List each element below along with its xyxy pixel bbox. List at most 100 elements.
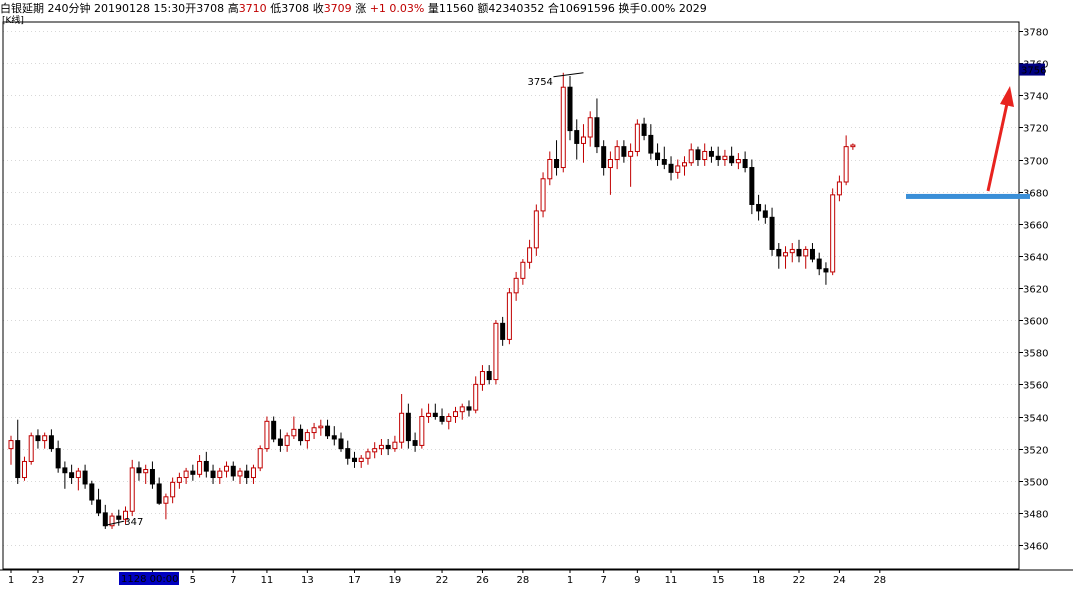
candle-body	[432, 412, 438, 418]
candle-body	[399, 412, 405, 443]
candle-body	[345, 448, 351, 459]
y-tick-label: 3660	[1023, 221, 1048, 232]
candle-body	[668, 163, 674, 173]
candle-body	[628, 150, 634, 157]
candles	[8, 72, 856, 529]
candle-body	[850, 144, 856, 148]
candle-body	[331, 435, 337, 440]
x-tick-label: 27	[72, 575, 85, 586]
y-tick-label: 3640	[1023, 253, 1048, 264]
candle-body	[149, 469, 155, 485]
candle-body	[715, 155, 721, 161]
candle-body	[580, 136, 586, 144]
candle-body	[594, 117, 600, 148]
candle-body	[284, 435, 290, 446]
candle-body	[298, 428, 304, 442]
x-tick-label: 28	[873, 575, 886, 586]
candle-body	[82, 470, 88, 485]
candle-body	[338, 438, 344, 450]
price-marker-label: 3756	[1021, 66, 1046, 77]
candle-body	[520, 261, 526, 279]
y-tick-label: 3500	[1023, 478, 1048, 489]
candle-body	[426, 412, 432, 418]
candle-body	[729, 155, 735, 164]
candle-body	[304, 432, 310, 442]
candle-body	[62, 467, 68, 474]
candle-body	[237, 470, 243, 477]
candle-body	[264, 420, 270, 450]
candle-body	[493, 322, 499, 381]
candle-body	[634, 123, 640, 152]
candle-body	[708, 150, 714, 157]
candle-body	[197, 460, 203, 475]
candle-body	[69, 472, 75, 479]
candle-body	[183, 470, 189, 479]
candle-body	[385, 444, 391, 450]
candle-body	[547, 159, 553, 180]
x-tick-label: 7	[600, 575, 606, 586]
candle-body	[661, 159, 667, 165]
candle-body	[55, 448, 61, 469]
candle-body	[48, 435, 54, 450]
candle-body	[614, 146, 620, 160]
candle-body	[682, 162, 687, 167]
candle-body	[648, 134, 654, 154]
candle-body	[257, 448, 263, 469]
support-line	[906, 193, 1030, 199]
candle-body	[486, 371, 492, 381]
cursor-date-label: 1128 00:00	[121, 574, 178, 585]
candle-body	[271, 420, 277, 440]
candle-body	[439, 416, 445, 422]
candle-body	[816, 258, 822, 270]
x-tick-label: 24	[833, 575, 846, 586]
candle-body	[163, 496, 169, 504]
candle-body	[42, 435, 48, 442]
candle-body	[8, 440, 14, 450]
x-tick-label: 5	[190, 575, 196, 586]
candle-body	[170, 481, 176, 498]
candle-body	[500, 322, 506, 340]
candle-body	[554, 159, 560, 169]
candle-body	[102, 512, 108, 527]
candle-body	[419, 416, 425, 446]
candle-body	[210, 470, 216, 479]
x-tick-label: 11	[665, 575, 678, 586]
candle-body	[365, 451, 371, 459]
candle-body	[789, 248, 795, 254]
x-tick-label: 1	[8, 575, 14, 586]
candle-body	[749, 167, 755, 205]
annotation-leader	[106, 520, 125, 526]
candle-body	[230, 465, 236, 477]
x-tick-label: 19	[389, 575, 402, 586]
y-tick-label: 3520	[1023, 446, 1048, 457]
candle-body	[15, 440, 21, 479]
candle-body	[466, 406, 472, 411]
candle-body	[742, 159, 748, 169]
candlestick-chart[interactable]: 3460 3480 3500 3520 3540 3560 3580 3600 3620 3640…	[0, 0, 1073, 590]
candle-body	[21, 460, 27, 479]
candle-body	[796, 248, 802, 257]
candle-body	[655, 152, 661, 160]
y-tick-label: 3540	[1023, 414, 1048, 425]
candle-body	[351, 457, 357, 462]
candle-body	[453, 411, 459, 417]
candle-body	[28, 435, 34, 462]
x-tick-label: 15	[712, 575, 725, 586]
high-annotation: 3754	[527, 77, 552, 88]
candle-body	[405, 412, 411, 442]
candle-body	[675, 165, 681, 173]
arrow-shaft	[986, 98, 1010, 192]
candle-body	[533, 210, 539, 249]
y-tick-label: 3620	[1023, 285, 1048, 296]
annotation-leader	[553, 72, 584, 78]
x-tick-label: 11	[261, 575, 274, 586]
candle-body	[756, 203, 762, 212]
candle-body	[250, 467, 256, 479]
y-tick-label: 3700	[1023, 157, 1048, 168]
candle-body	[116, 515, 122, 520]
x-tick-label: 9	[634, 575, 640, 586]
candle-body	[378, 444, 384, 450]
x-tick-label: 7	[230, 575, 236, 586]
candle-body	[574, 130, 580, 144]
candle-body	[89, 483, 95, 501]
